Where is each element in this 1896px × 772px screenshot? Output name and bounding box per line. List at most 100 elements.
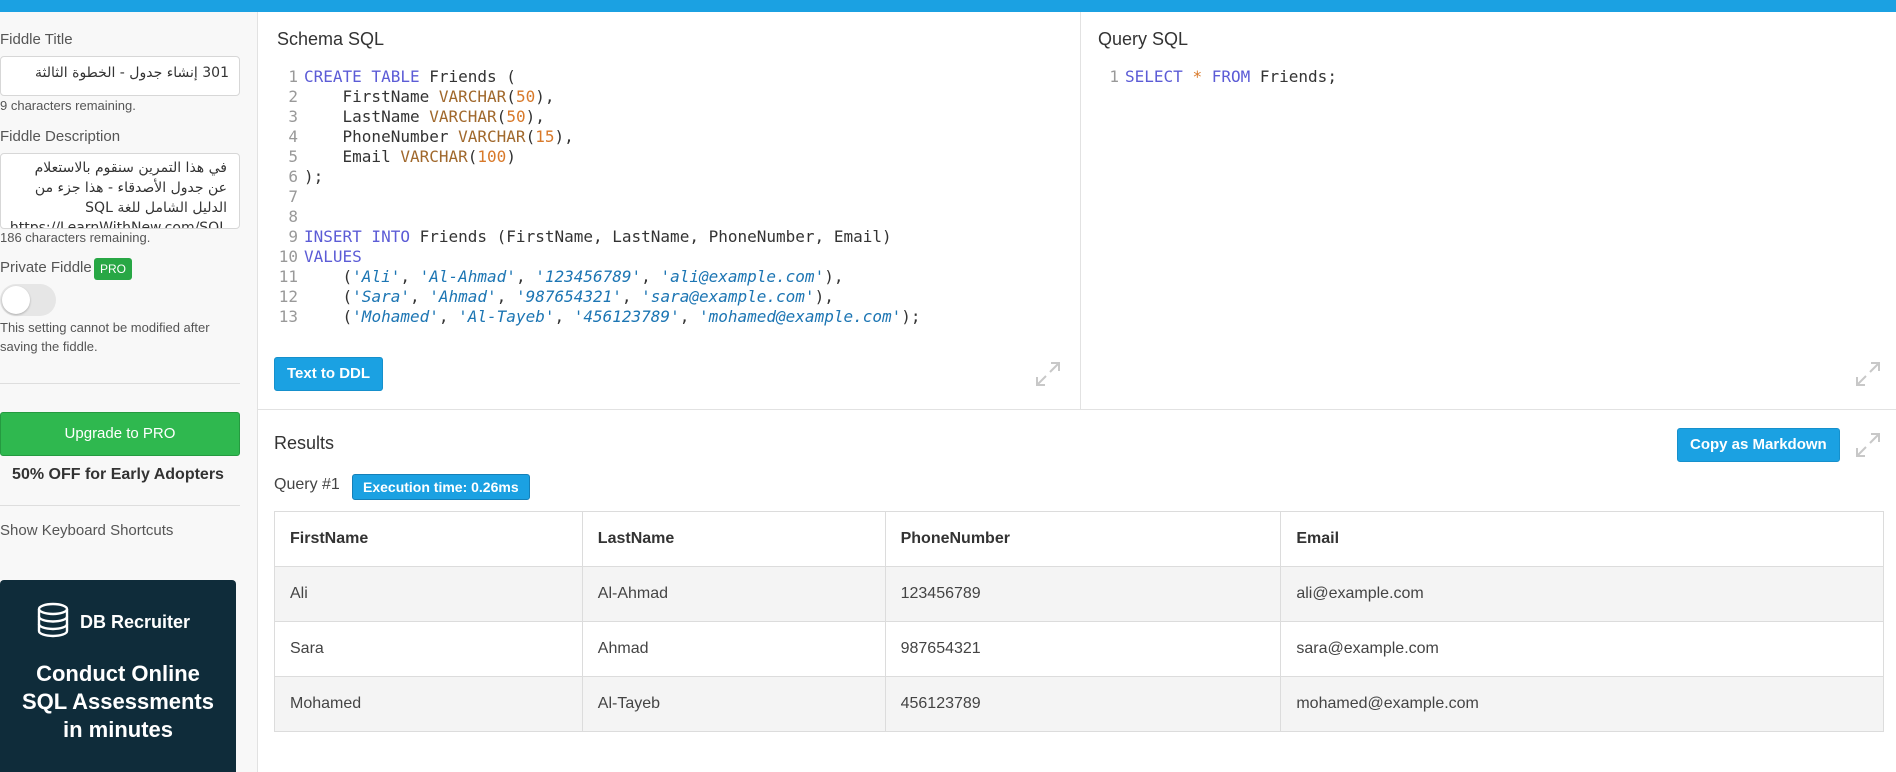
code-line: 8 — [276, 207, 1066, 227]
line-number: 8 — [288, 207, 298, 226]
column-header: PhoneNumber — [884, 511, 1282, 567]
code-token: VARCHAR — [400, 147, 468, 166]
table-row: Ali Al-Ahmad 123456789 ali@example.com — [274, 566, 1884, 622]
table-cell: Mohamed — [274, 676, 583, 732]
expand-results-icon[interactable] — [1854, 431, 1882, 459]
table-cell: sara@example.com — [1280, 621, 1884, 677]
description-remaining-count: 186 characters remaining. — [0, 230, 151, 245]
code-token: ); — [304, 167, 324, 186]
copy-as-markdown-button[interactable]: Copy as Markdown — [1677, 428, 1840, 462]
promo-header: DB Recruiter — [36, 602, 190, 643]
private-setting-note: This setting cannot be modified after sa… — [0, 320, 210, 354]
code-token: ), — [525, 107, 545, 126]
code-token: * — [1192, 67, 1203, 86]
description-line: في هذا التمرين سنقوم بالاستعلام — [34, 160, 227, 176]
code-token: 'Ali' — [352, 267, 401, 286]
line-number: 6 — [288, 167, 298, 186]
line-number: 4 — [288, 127, 298, 146]
fiddle-description-label: Fiddle Description — [0, 128, 121, 145]
code-token: , — [621, 287, 642, 306]
table-cell: Ahmad — [581, 621, 886, 677]
line-number: 11 — [278, 267, 298, 286]
expand-query-icon[interactable] — [1854, 360, 1882, 388]
code-token: ( — [304, 307, 353, 326]
code-token: 50 — [515, 87, 536, 106]
code-line: 7 — [276, 187, 1066, 207]
code-token: FirstName — [304, 87, 439, 106]
code-token: , — [641, 267, 661, 286]
text-to-ddl-button[interactable]: Text to DDL — [274, 357, 384, 391]
table-cell: Al-Tayeb — [581, 676, 886, 732]
sidebar-divider — [0, 505, 240, 506]
code-line: 11 ('Ali', 'Al-Ahmad', '123456789', 'ali… — [276, 267, 1066, 287]
line-number: 13 — [278, 307, 298, 326]
code-token: ( — [467, 147, 478, 166]
code-token: '456123789' — [573, 307, 680, 326]
code-token: VARCHAR — [429, 107, 497, 126]
toggle-knob — [2, 286, 30, 314]
code-line: 13 ('Mohamed', 'Al-Tayeb', '456123789', … — [276, 307, 1066, 327]
query-number-label: Query #1 — [274, 476, 340, 493]
line-number: 7 — [288, 187, 298, 206]
promo-headline-line: Conduct Online — [36, 661, 200, 686]
code-token: Email — [304, 147, 401, 166]
results-table: FirstName LastName PhoneNumber Email Ali… — [274, 511, 1884, 732]
code-token: 'mohamed@example.com' — [698, 307, 902, 326]
line-number: 1 — [288, 67, 298, 86]
code-token: 'Al-Tayeb' — [458, 307, 555, 326]
line-number: 5 — [288, 147, 298, 166]
code-token: ) — [506, 147, 516, 166]
table-cell: 123456789 — [884, 566, 1282, 622]
code-token: ( — [304, 287, 353, 306]
promo-headline: Conduct Online SQL Assessments in minute… — [0, 660, 236, 744]
early-adopter-discount: 50% OFF for Early Adopters — [12, 466, 224, 483]
table-row: Mohamed Al-Tayeb 456123789 mohamed@examp… — [274, 676, 1884, 732]
title-remaining-count: 9 characters remaining. — [0, 98, 136, 113]
code-token: 'Sara' — [352, 287, 410, 306]
line-number: 3 — [288, 107, 298, 126]
schema-code-editor[interactable]: 1 CREATE TABLE Friends (2 FirstName VARCH… — [276, 67, 1066, 327]
code-token: 'Al-Ahmad' — [419, 267, 516, 286]
code-line: 4 PhoneNumber VARCHAR(15), — [276, 127, 1066, 147]
code-token: Friends; — [1250, 67, 1337, 86]
code-token: LastName — [304, 107, 430, 126]
promo-headline-line: in minutes — [62, 717, 173, 742]
db-recruiter-promo[interactable]: DB Recruiter Conduct Online SQL Assessme… — [0, 580, 236, 772]
expand-schema-icon[interactable] — [1034, 360, 1062, 388]
sidebar-divider — [0, 383, 240, 384]
promo-brand: DB Recruiter — [80, 612, 191, 632]
code-line: 9 INSERT INTO Friends (FirstName, LastNam… — [276, 227, 1066, 247]
table-cell: Al-Ahmad — [581, 566, 886, 622]
description-line: الدليل الشامل للغة SQL — [85, 200, 227, 216]
upgrade-to-pro-button[interactable]: Upgrade to PRO — [0, 412, 240, 456]
database-icon — [36, 602, 70, 643]
panel-splitter-vertical[interactable] — [1080, 12, 1081, 410]
code-token: SELECT — [1125, 67, 1183, 86]
code-token: , — [679, 307, 699, 326]
code-token: '123456789' — [535, 267, 642, 286]
code-line: 10 VALUES — [276, 247, 1066, 267]
line-number: 10 — [278, 247, 298, 266]
sidebar: Fiddle Title 301 إنشاء جدول - الخطوة الث… — [0, 12, 258, 772]
table-cell: Ali — [274, 566, 583, 622]
panel-splitter-horizontal[interactable] — [258, 409, 1896, 410]
code-token: 'Mohamed' — [352, 307, 439, 326]
code-token: ( — [506, 87, 516, 106]
fiddle-title-input[interactable]: 301 إنشاء جدول - الخطوة الثالثة — [0, 56, 240, 96]
code-token: ( — [525, 127, 536, 146]
private-fiddle-toggle[interactable] — [0, 284, 56, 316]
code-token: FROM — [1211, 67, 1251, 86]
code-token: ( — [496, 107, 507, 126]
schema-panel-title: Schema SQL — [277, 29, 385, 49]
code-token: 'ali@example.com' — [660, 267, 825, 286]
query-code-editor[interactable]: 1 SELECT * FROM Friends; — [1097, 67, 1877, 87]
code-token: 'sara@example.com' — [641, 287, 815, 306]
table-cell: Sara — [274, 621, 583, 677]
code-line: 5 Email VARCHAR(100) — [276, 147, 1066, 167]
fiddle-description-input[interactable]: في هذا التمرين سنقوم بالاستعلام عن جدول … — [0, 153, 240, 229]
code-token: 50 — [506, 107, 526, 126]
code-token: ), — [554, 127, 574, 146]
show-keyboard-shortcuts-link[interactable]: Show Keyboard Shortcuts — [0, 522, 173, 539]
